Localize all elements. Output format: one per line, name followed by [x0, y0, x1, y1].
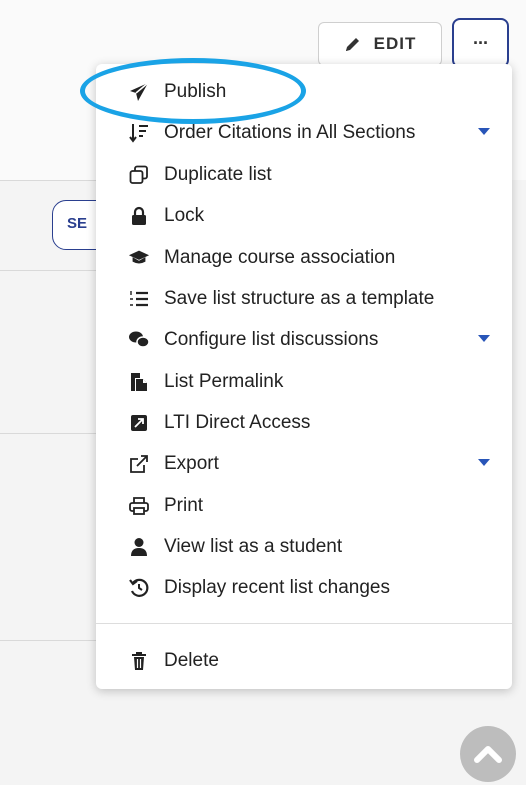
- menu-item-lti-direct-access[interactable]: LTI Direct Access: [96, 403, 512, 443]
- permalink-icon: [128, 371, 150, 393]
- chevron-down-icon: [478, 459, 490, 466]
- user-icon: [128, 536, 150, 558]
- more-options-label: ···: [473, 32, 489, 53]
- menu-item-label: Delete: [164, 650, 219, 671]
- menu-item-label: Publish: [164, 81, 227, 102]
- chevron-up-icon: [474, 746, 502, 763]
- menu-item-label: Save list structure as a template: [164, 288, 435, 309]
- menu-item-save-list-template[interactable]: Save list structure as a template: [96, 279, 512, 319]
- duplicate-icon: [128, 164, 150, 186]
- menu-item-order-citations[interactable]: Order Citations in All Sections: [96, 113, 512, 153]
- menu-item-label: Duplicate list: [164, 164, 272, 185]
- search-button[interactable]: SE: [52, 200, 102, 250]
- sort-icon: [128, 122, 150, 144]
- divider: [0, 640, 100, 641]
- divider: [0, 433, 100, 434]
- trash-icon: [128, 650, 150, 672]
- menu-item-list-permalink[interactable]: List Permalink: [96, 362, 512, 402]
- menu-item-delete[interactable]: Delete: [96, 641, 512, 681]
- menu-item-lock[interactable]: Lock: [96, 196, 512, 236]
- list-ol-icon: [128, 288, 150, 310]
- menu-item-label: Display recent list changes: [164, 577, 390, 598]
- pencil-icon: [345, 38, 359, 51]
- menu-item-label: Lock: [164, 205, 205, 226]
- menu-item-manage-course-association[interactable]: Manage course association: [96, 238, 512, 278]
- menu-item-label: Print: [164, 495, 204, 516]
- print-icon: [128, 495, 150, 517]
- menu-item-label: LTI Direct Access: [164, 412, 311, 433]
- menu-item-configure-discussions[interactable]: Configure list discussions: [96, 320, 512, 360]
- graduation-cap-icon: [128, 247, 150, 269]
- export-icon: [128, 453, 150, 475]
- edit-button-label: EDIT: [373, 34, 417, 53]
- menu-item-label: Export: [164, 453, 219, 474]
- search-button-label: SE: [67, 215, 88, 232]
- menu-item-label: Order Citations in All Sections: [164, 122, 416, 143]
- menu-item-label: Manage course association: [164, 247, 396, 268]
- divider: [0, 180, 100, 181]
- comments-icon: [128, 329, 150, 351]
- menu-item-label: Configure list discussions: [164, 329, 379, 350]
- scroll-to-top-button[interactable]: [460, 726, 516, 782]
- menu-item-export[interactable]: Export: [96, 444, 512, 484]
- menu-item-view-as-student[interactable]: View list as a student: [96, 527, 512, 567]
- menu-item-label: List Permalink: [164, 371, 284, 392]
- more-options-button[interactable]: ···: [452, 18, 509, 68]
- external-box-icon: [128, 412, 150, 434]
- menu-item-publish[interactable]: Publish: [96, 72, 512, 112]
- edit-button[interactable]: EDIT: [318, 22, 442, 66]
- more-options-menu: Publish Order Citations in All Sections …: [96, 64, 512, 689]
- menu-item-recent-changes[interactable]: Display recent list changes: [96, 568, 512, 608]
- menu-item-duplicate-list[interactable]: Duplicate list: [96, 155, 512, 195]
- lock-icon: [128, 205, 150, 227]
- menu-item-label: View list as a student: [164, 536, 343, 557]
- paper-plane-icon: [128, 81, 150, 103]
- divider: [0, 270, 100, 271]
- history-icon: [128, 577, 150, 599]
- menu-item-print[interactable]: Print: [96, 486, 512, 526]
- chevron-down-icon: [478, 335, 490, 342]
- chevron-down-icon: [478, 128, 490, 135]
- menu-divider: [96, 623, 512, 624]
